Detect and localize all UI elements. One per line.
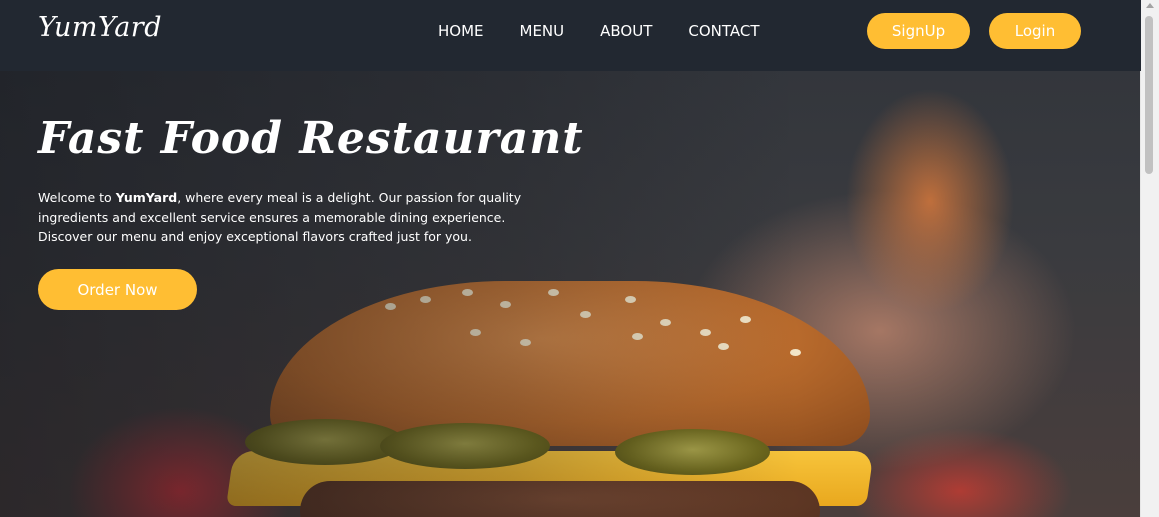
hero-title: Fast Food Restaurant	[38, 113, 584, 164]
page: YumYard HOME MENU ABOUT CONTACT SignUp L…	[0, 0, 1141, 517]
nav-home-link[interactable]: HOME	[438, 22, 484, 40]
site-logo[interactable]: YumYard	[38, 12, 162, 43]
hero-text-intro: Welcome to	[38, 190, 116, 205]
vertical-scrollbar[interactable]	[1140, 0, 1159, 517]
nav-contact-link[interactable]: CONTACT	[688, 22, 759, 40]
login-button[interactable]: Login	[989, 13, 1081, 49]
hero-brand-name: YumYard	[115, 190, 178, 205]
nav-menu-link[interactable]: MENU	[520, 22, 565, 40]
scroll-up-arrow-icon[interactable]	[1146, 3, 1154, 8]
nav-about-link[interactable]: ABOUT	[600, 22, 652, 40]
main-nav: HOME MENU ABOUT CONTACT	[438, 22, 796, 40]
hero-description: Welcome to YumYard, where every meal is …	[38, 188, 543, 247]
order-now-button[interactable]: Order Now	[38, 269, 197, 310]
hero-section: Fast Food Restaurant Welcome to YumYard,…	[0, 71, 1141, 517]
site-header: YumYard HOME MENU ABOUT CONTACT SignUp L…	[0, 0, 1141, 71]
signup-button[interactable]: SignUp	[867, 13, 970, 49]
scrollbar-thumb[interactable]	[1145, 16, 1153, 174]
